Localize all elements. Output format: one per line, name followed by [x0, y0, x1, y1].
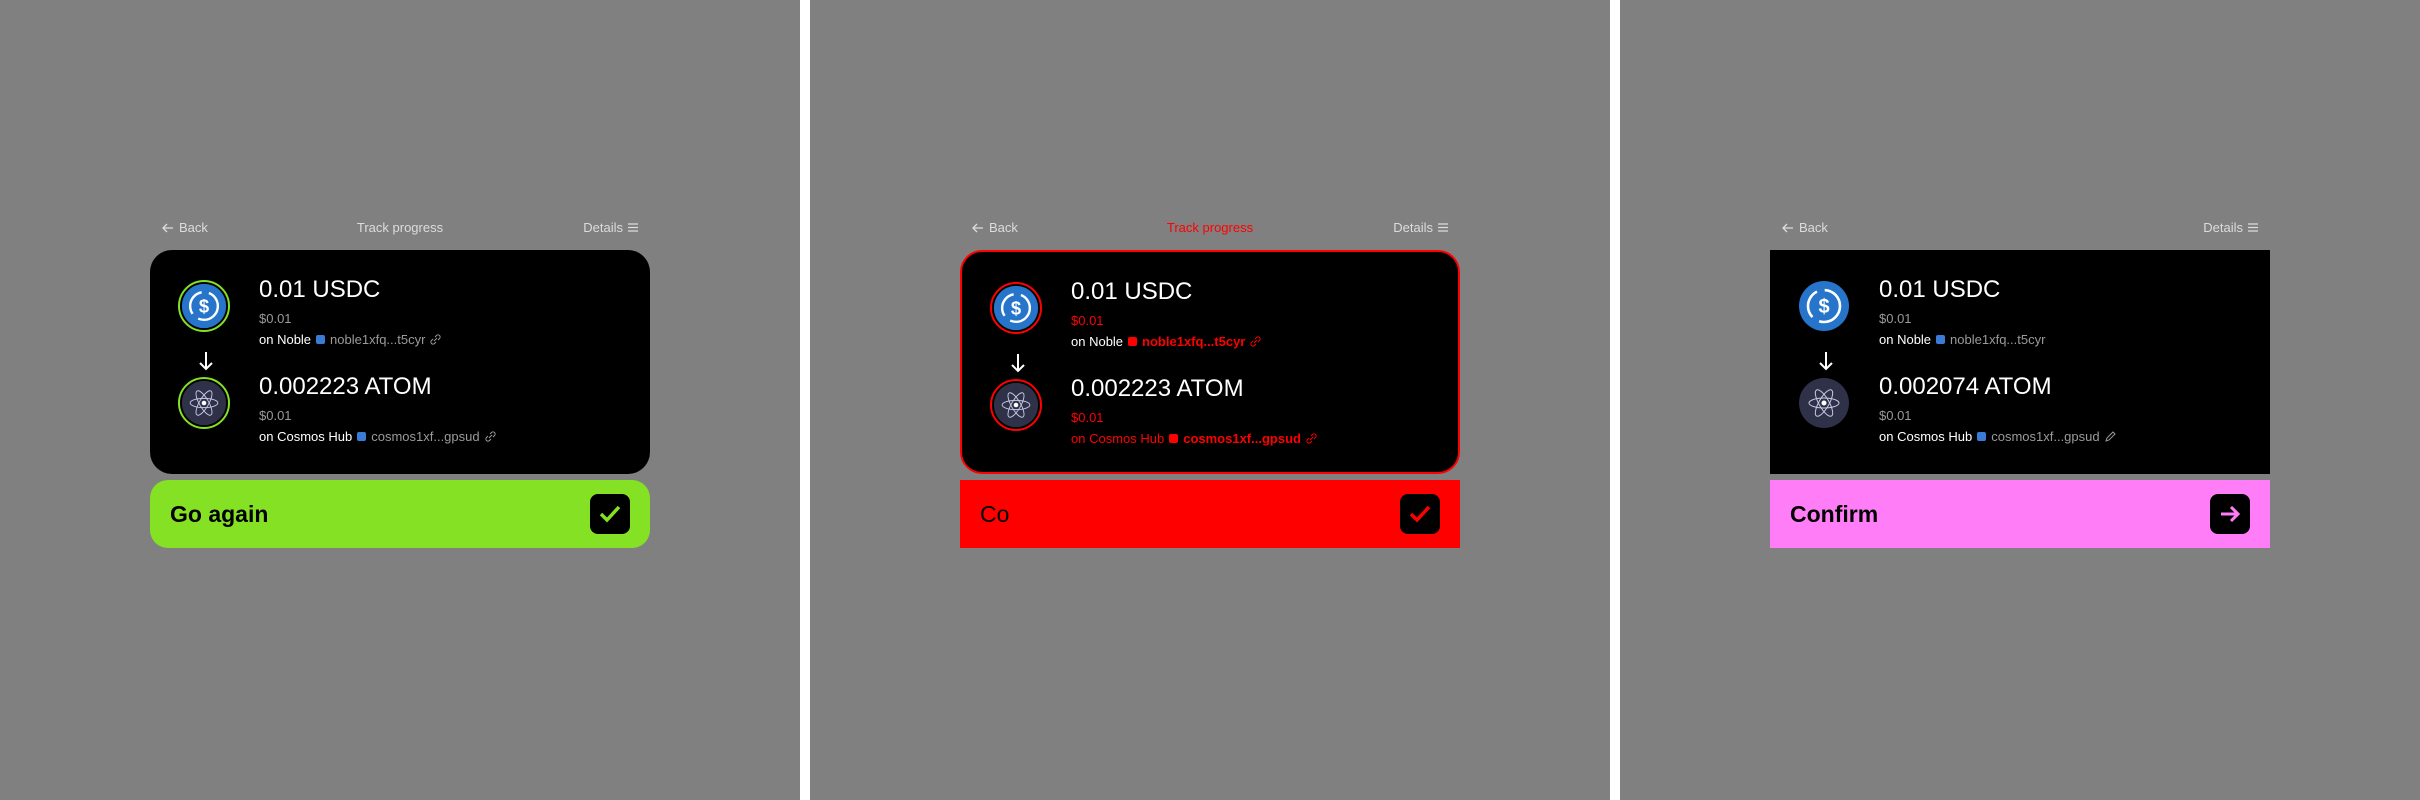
source-address[interactable]: noble1xfq...t5cyr: [316, 332, 441, 347]
cta-label: Go again: [170, 501, 269, 527]
source-asset: $ 0.01 USDC $0.01 on Noble noble1xfq...t…: [1798, 276, 2258, 350]
source-amount: 0.01 USDC: [259, 276, 381, 303]
usdc-coin-icon: $: [178, 280, 230, 332]
destination-asset: 0.002074 ATOM $0.01 on Cosmos Hub cosmos…: [1798, 373, 2258, 447]
destination-address-text: cosmos1xf...gpsud: [371, 429, 480, 444]
details-button[interactable]: Details: [583, 220, 638, 235]
details-label: Details: [583, 220, 623, 235]
destination-fiat-value: $0.01: [1879, 408, 1912, 423]
wallet-icon: [1936, 335, 1946, 344]
usdc-coin-icon: $: [1798, 280, 1850, 332]
details-button[interactable]: Details: [2203, 220, 2258, 235]
wallet-icon: [357, 432, 367, 441]
destination-chain: on Cosmos Hub cosmos1xf...gpsud: [259, 429, 496, 444]
svg-text:$: $: [1011, 297, 1021, 318]
swap-panel-diff: Back Track progress Details $ 0.01 USDC …: [810, 0, 1610, 800]
menu-lines-icon: [628, 223, 638, 232]
destination-amount: 0.002223 ATOM: [1071, 375, 1244, 402]
check-icon: [1400, 494, 1440, 534]
destination-asset: 0.002223 ATOM $0.01 on Cosmos Hub cosmos…: [178, 373, 638, 447]
link-icon: [485, 431, 496, 442]
wallet-icon: [1977, 432, 1987, 441]
arrow-left-icon: [1782, 223, 1793, 232]
source-amount: 0.01 USDC: [1879, 276, 2001, 303]
check-icon: [590, 494, 630, 534]
arrow-down-icon: [1819, 352, 1833, 371]
cta-label: Confirm: [1790, 501, 1879, 527]
destination-chain-label: on Cosmos Hub: [1071, 431, 1165, 446]
source-chain: on Noble noble1xfq...t5cyr: [1879, 332, 2045, 347]
cta-label: Co: [980, 501, 1010, 527]
source-address-text: noble1xfq...t5cyr: [1142, 334, 1246, 349]
link-icon: [430, 334, 441, 345]
destination-chain-label: on Cosmos Hub: [1879, 429, 1973, 444]
source-fiat-value: $0.01: [1071, 313, 1104, 328]
menu-lines-icon: [2248, 223, 2258, 232]
swap-summary-card: $ 0.01 USDC $0.01 on Noble noble1xfq...t…: [960, 250, 1460, 474]
swap-summary-card: $ 0.01 USDC $0.01 on Noble noble1xfq...t…: [150, 250, 650, 474]
svg-text:$: $: [199, 295, 209, 316]
details-label: Details: [2203, 220, 2243, 235]
page-title: Track progress: [1166, 220, 1254, 235]
back-button[interactable]: Back: [1782, 220, 1828, 235]
source-chain-label: on Noble: [259, 332, 312, 347]
destination-address[interactable]: cosmos1xf...gpsud: [357, 429, 496, 444]
source-chain: on Noble noble1xfq...t5cyr: [1071, 334, 1261, 349]
destination-address[interactable]: cosmos1xf...gpsud: [1169, 431, 1317, 446]
edit-icon: [2104, 431, 2116, 442]
wallet-icon: [1128, 337, 1138, 346]
destination-amount: 0.002074 ATOM: [1879, 373, 2052, 400]
swap-panel-confirm: Back Details $ 0.01 USDC $0.01 on Noble …: [1620, 0, 2420, 800]
details-label: Details: [1393, 220, 1433, 235]
top-nav: Back Details: [1770, 218, 2270, 240]
source-chain-label: on Noble: [1879, 332, 1932, 347]
source-address-text: noble1xfq...t5cyr: [330, 332, 426, 347]
menu-lines-icon: [1438, 223, 1448, 232]
destination-amount: 0.002223 ATOM: [259, 373, 432, 400]
atom-coin-icon: [178, 377, 230, 429]
destination-asset: 0.002223 ATOM $0.01 on Cosmos Hub cosmos…: [990, 375, 1450, 449]
destination-address-text: cosmos1xf...gpsud: [1183, 431, 1301, 446]
go-again-button[interactable]: Go again: [150, 480, 650, 548]
wallet-icon: [1169, 434, 1179, 443]
source-chain: on Noble noble1xfq...t5cyr: [259, 332, 441, 347]
arrow-down-icon: [199, 352, 213, 371]
swap-summary-card: $ 0.01 USDC $0.01 on Noble noble1xfq...t…: [1770, 250, 2270, 474]
wallet-icon: [316, 335, 326, 344]
destination-chain-label: on Cosmos Hub: [259, 429, 353, 444]
svg-text:$: $: [1818, 296, 1829, 318]
arrow-right-icon: [2210, 494, 2250, 534]
destination-address[interactable]: cosmos1xf...gpsud: [1977, 429, 2116, 444]
destination-fiat-value: $0.01: [259, 408, 292, 423]
arrow-down-icon: [1011, 354, 1025, 373]
top-nav: Back Track progress Details: [960, 218, 1460, 240]
destination-fiat-value: $0.01: [1071, 410, 1104, 425]
usdc-coin-icon: $: [990, 282, 1042, 334]
link-icon: [1306, 433, 1317, 444]
source-amount: 0.01 USDC: [1071, 278, 1193, 305]
atom-coin-icon: [990, 379, 1042, 431]
atom-coin-icon: [1798, 377, 1850, 429]
source-fiat-value: $0.01: [259, 311, 292, 326]
source-address-text: noble1xfq...t5cyr: [1950, 332, 2046, 347]
source-asset: $ 0.01 USDC $0.01 on Noble noble1xfq...t…: [990, 278, 1450, 352]
page-title: Track progress: [356, 220, 444, 235]
destination-chain: on Cosmos Hub cosmos1xf...gpsud: [1879, 429, 2116, 444]
source-asset: $ 0.01 USDC $0.01 on Noble noble1xfq...t…: [178, 276, 638, 350]
confirm-button[interactable]: Co: [960, 480, 1460, 548]
link-icon: [1250, 336, 1261, 347]
source-chain-label: on Noble: [1071, 334, 1124, 349]
source-address[interactable]: noble1xfq...t5cyr: [1128, 334, 1261, 349]
destination-address-text: cosmos1xf...gpsud: [1991, 429, 2100, 444]
top-nav: Back Track progress Details: [150, 218, 650, 240]
destination-chain: on Cosmos Hub cosmos1xf...gpsud: [1071, 431, 1317, 446]
swap-panel-success: Back Track progress Details $ 0.01 USDC …: [0, 0, 800, 800]
source-fiat-value: $0.01: [1879, 311, 1912, 326]
confirm-button[interactable]: Confirm: [1770, 480, 2270, 548]
source-address[interactable]: noble1xfq...t5cyr: [1936, 332, 2045, 347]
details-button[interactable]: Details: [1393, 220, 1448, 235]
back-label: Back: [1799, 220, 1828, 235]
